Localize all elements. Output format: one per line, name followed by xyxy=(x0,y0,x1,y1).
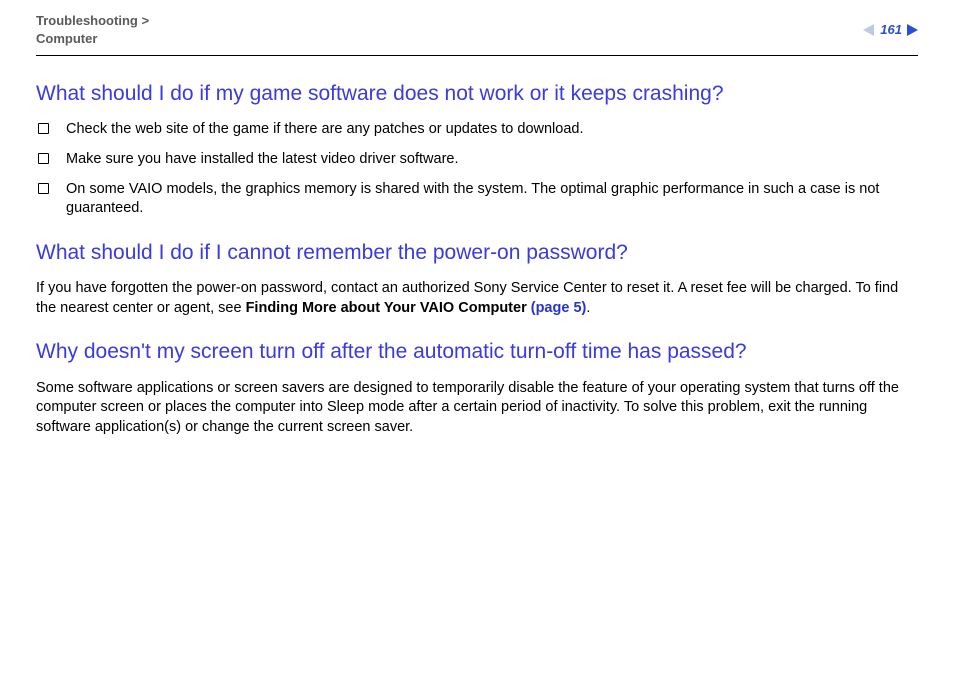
list-item-text: On some VAIO models, the graphics memory… xyxy=(66,181,879,217)
breadcrumb: Troubleshooting > Computer xyxy=(36,12,149,47)
question-heading-2: What should I do if I cannot remember th… xyxy=(36,239,918,267)
list-item: Make sure you have installed the latest … xyxy=(36,150,918,170)
pager: n 161 N xyxy=(863,22,918,37)
checkbox-icon xyxy=(38,153,49,164)
paragraph-text-post: . xyxy=(586,300,590,316)
page-link[interactable]: (page 5) xyxy=(531,300,587,316)
checkbox-icon xyxy=(38,123,49,134)
breadcrumb-separator: > xyxy=(138,13,149,28)
paragraph-3: Some software applications or screen sav… xyxy=(36,379,918,438)
breadcrumb-section: Troubleshooting xyxy=(36,13,138,28)
list-item-text: Make sure you have installed the latest … xyxy=(66,151,459,167)
question-heading-3: Why doesn't my screen turn off after the… xyxy=(36,338,918,366)
bullet-list-1: Check the web site of the game if there … xyxy=(36,120,918,218)
question-heading-1: What should I do if my game software doe… xyxy=(36,80,918,108)
next-page-icon[interactable] xyxy=(907,24,918,36)
paragraph-bold: Finding More about Your VAIO Computer xyxy=(246,300,531,316)
page-content: What should I do if my game software doe… xyxy=(36,80,918,437)
list-item: Check the web site of the game if there … xyxy=(36,120,918,140)
prev-page-icon[interactable] xyxy=(863,24,874,36)
list-item: On some VAIO models, the graphics memory… xyxy=(36,180,918,219)
list-item-text: Check the web site of the game if there … xyxy=(66,121,583,137)
paragraph-2: If you have forgotten the power-on passw… xyxy=(36,279,918,318)
checkbox-icon xyxy=(38,183,49,194)
breadcrumb-subsection: Computer xyxy=(36,31,97,46)
page-number: 161 xyxy=(880,22,902,37)
page-header: Troubleshooting > Computer n 161 N xyxy=(36,12,918,56)
